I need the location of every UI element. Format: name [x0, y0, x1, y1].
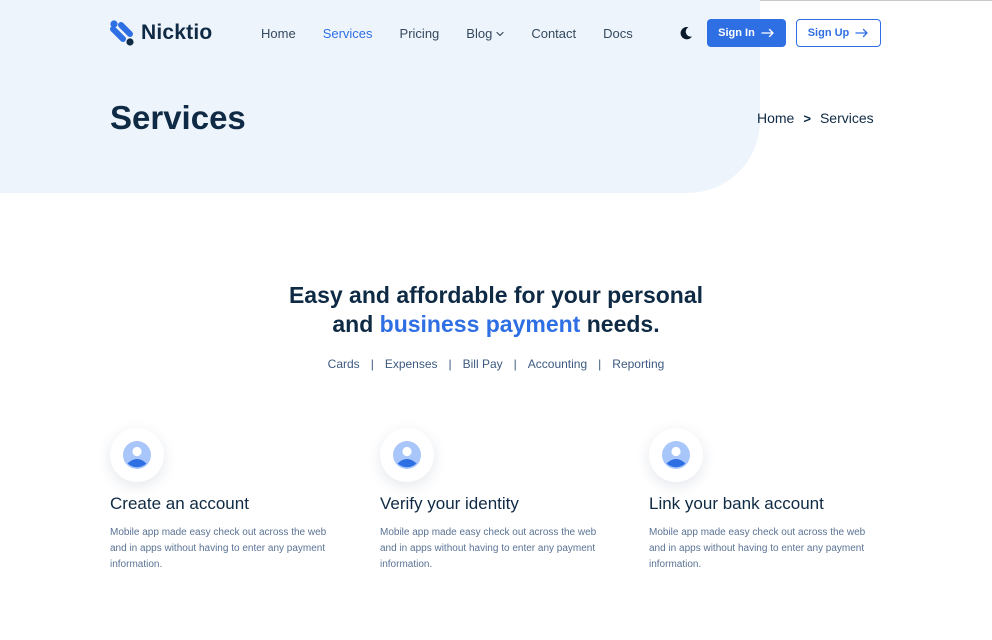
- category-separator: |: [448, 357, 452, 371]
- feature-icon-badge: [649, 428, 703, 482]
- arrow-right-icon: [855, 28, 868, 38]
- feature-card: Link your bank account Mobile app made e…: [649, 428, 889, 573]
- nav-item-pricing[interactable]: Pricing: [400, 26, 440, 41]
- feature-title: Link your bank account: [649, 494, 824, 513]
- feature-description: Mobile app made easy check out across th…: [649, 527, 866, 570]
- breadcrumb-home[interactable]: Home: [757, 110, 794, 126]
- headline-line-2: and business payment needs.: [0, 310, 992, 339]
- category-separator: |: [513, 357, 517, 371]
- headline-accent: business payment: [379, 311, 581, 337]
- user-icon: [123, 441, 151, 469]
- nav-item-blog[interactable]: Blog: [466, 26, 504, 41]
- main-nav: Home Services Pricing Blog Contact Docs: [261, 26, 660, 41]
- feature-icon-badge: [380, 428, 434, 482]
- arrow-right-icon: [761, 28, 774, 38]
- sign-up-label: Sign Up: [807, 27, 850, 39]
- page-title: Services: [110, 99, 246, 136]
- user-icon: [393, 441, 421, 469]
- nav-item-home[interactable]: Home: [261, 26, 296, 41]
- breadcrumb-separator: >: [803, 110, 811, 126]
- feature-card: Verify your identity Mobile app made eas…: [380, 428, 620, 573]
- breadcrumb-current: Services: [819, 110, 874, 126]
- sign-up-button[interactable]: Sign Up: [796, 19, 881, 47]
- headline-needs: needs.: [586, 311, 660, 337]
- nav-item-services[interactable]: Services: [323, 26, 373, 41]
- sign-in-label: Sign In: [718, 27, 755, 39]
- nav-item-contact[interactable]: Contact: [531, 26, 576, 41]
- feature-description: Mobile app made easy check out across th…: [110, 527, 327, 570]
- category-bill-pay[interactable]: Bill Pay: [463, 357, 503, 371]
- user-icon: [662, 441, 690, 469]
- category-reporting[interactable]: Reporting: [612, 357, 664, 371]
- brand-name: Nicktio: [141, 21, 213, 44]
- category-separator: |: [370, 357, 374, 371]
- nav-item-blog-label: Blog: [466, 26, 493, 41]
- headline-and: and: [332, 311, 374, 337]
- headline-line-1: Easy and affordable for your personal: [288, 282, 704, 308]
- logo-mark-icon: [110, 20, 134, 46]
- section-headline: Easy and affordable for your personal an…: [0, 281, 992, 339]
- feature-title: Create an account: [110, 494, 249, 513]
- sign-in-button[interactable]: Sign In: [707, 19, 786, 47]
- category-cards[interactable]: Cards: [328, 357, 360, 371]
- category-expenses[interactable]: Expenses: [385, 357, 438, 371]
- category-links: Cards | Expenses | Bill Pay | Accounting…: [0, 357, 992, 371]
- feature-icon-badge: [110, 428, 164, 482]
- breadcrumb: Home > Services: [757, 110, 874, 126]
- nav-item-docs[interactable]: Docs: [603, 26, 633, 41]
- feature-title: Verify your identity: [380, 494, 519, 513]
- category-accounting[interactable]: Accounting: [528, 357, 587, 371]
- logo[interactable]: Nicktio: [110, 20, 212, 46]
- chevron-down-icon: [496, 31, 504, 36]
- moon-icon[interactable]: [678, 25, 694, 41]
- feature-card: Create an account Mobile app made easy c…: [110, 428, 350, 573]
- feature-description: Mobile app made easy check out across th…: [380, 527, 597, 570]
- category-separator: |: [598, 357, 602, 371]
